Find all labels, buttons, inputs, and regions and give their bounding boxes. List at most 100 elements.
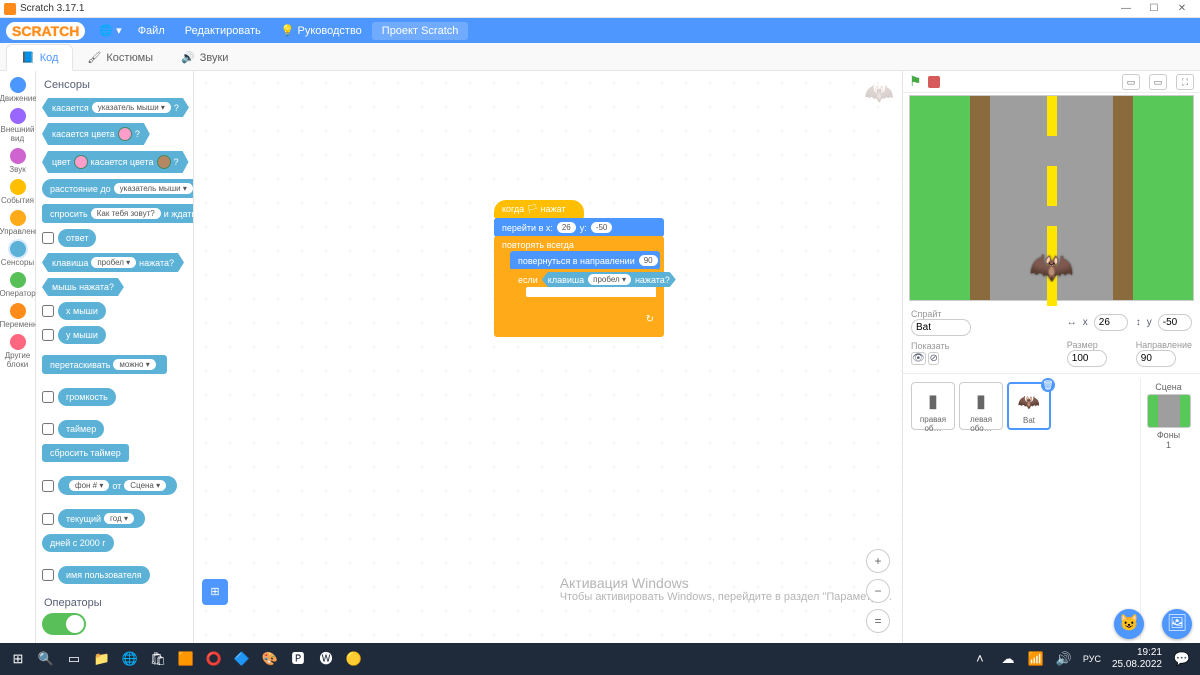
stage-small-button[interactable]: ▭	[1122, 74, 1140, 90]
cat-variables[interactable]: Переменные	[0, 301, 36, 331]
sprite-direction-input[interactable]	[1136, 350, 1176, 367]
minimize-button[interactable]: —	[1112, 3, 1140, 14]
hide-button[interactable]: ⊘	[928, 352, 938, 365]
task-store[interactable]: 🛍	[144, 647, 172, 671]
block-loudness[interactable]: громкость	[58, 388, 116, 406]
task-app2[interactable]: 🔷	[228, 647, 256, 671]
block-timer[interactable]: таймер	[58, 420, 104, 438]
cat-motion[interactable]: Движение	[0, 75, 36, 105]
current-checkbox[interactable]	[42, 513, 54, 525]
tab-costumes[interactable]: 🖌 Костюмы	[73, 45, 167, 70]
sprite-card-1[interactable]: ▮левая обо…	[959, 382, 1003, 430]
add-sprite-button[interactable]: 😺	[1114, 609, 1144, 639]
menu-file[interactable]: Файл	[128, 25, 175, 37]
block-color-touching-color[interactable]: цветкасается цвета?	[42, 151, 189, 173]
extensions-button[interactable]: ⊞	[202, 579, 228, 605]
sprite-card-0[interactable]: ▮правая об…	[911, 382, 955, 430]
block-mouse-down[interactable]: мышь нажата?	[42, 278, 124, 296]
mousex-checkbox[interactable]	[42, 305, 54, 317]
scratch-logo[interactable]: SCRATCH	[6, 22, 85, 40]
block-mouse-x[interactable]: x мыши	[58, 302, 106, 320]
stage-thumbnail[interactable]	[1147, 394, 1191, 428]
block-point-direction[interactable]: повернуться в направлении90	[510, 251, 660, 270]
task-explorer[interactable]: 📁	[88, 647, 116, 671]
menu-edit[interactable]: Редактировать	[175, 25, 271, 37]
timer-checkbox[interactable]	[42, 423, 54, 435]
stop-button[interactable]	[928, 76, 940, 88]
add-backdrop-button[interactable]: 🖼	[1162, 609, 1192, 639]
task-chrome[interactable]: ⭕	[200, 647, 228, 671]
username-checkbox[interactable]	[42, 569, 54, 581]
zoom-reset-button[interactable]: =	[866, 609, 890, 633]
cat-sensing[interactable]: Сенсоры	[0, 239, 36, 269]
block-answer[interactable]: ответ	[58, 229, 96, 247]
block-touching-color[interactable]: касается цвета?	[42, 123, 150, 145]
maximize-button[interactable]: ☐	[1140, 3, 1168, 14]
project-title[interactable]: Проект Scratch	[372, 22, 469, 40]
task-search[interactable]: 🔍	[32, 647, 60, 671]
block-ask[interactable]: спроситьКак тебя зовут?и ждать	[42, 204, 194, 223]
block-of-stage[interactable]: фон # ▾отСцена ▾	[58, 476, 177, 495]
tray-sound-icon[interactable]: 🔊	[1050, 647, 1078, 671]
delete-sprite-icon[interactable]: 🗑	[1041, 378, 1055, 392]
block-current[interactable]: текущийгод ▾	[58, 509, 145, 528]
block-touching[interactable]: касаетсяуказатель мыши ▾?	[42, 98, 189, 117]
show-button[interactable]: 👁	[911, 352, 926, 365]
block-goto-xy[interactable]: перейти в x:26y:-50	[494, 218, 664, 237]
sprite-name-input[interactable]	[911, 319, 971, 336]
sprite-size-input[interactable]	[1067, 350, 1107, 367]
cat-myblocks[interactable]: Другие блоки	[0, 332, 36, 371]
block-mouse-y[interactable]: y мыши	[58, 326, 106, 344]
sprite-card-2[interactable]: 🗑🦇Bat	[1007, 382, 1051, 430]
block-username[interactable]: имя пользователя	[58, 566, 150, 584]
block-key-pressed-embedded[interactable]: клавишапробел ▾нажата?	[542, 272, 676, 287]
task-yandex[interactable]: 🟡	[340, 647, 368, 671]
cat-control[interactable]: Управление	[0, 208, 36, 238]
cat-looks[interactable]: Внешний вид	[0, 106, 36, 145]
stage-selector[interactable]: Сцена Фоны 1	[1140, 378, 1196, 639]
tray-lang[interactable]: РУС	[1078, 647, 1106, 671]
block-forever[interactable]: повторять всегда повернуться в направлен…	[494, 236, 664, 337]
task-powerpoint[interactable]: 🅿	[284, 647, 312, 671]
block-reset-timer[interactable]: сбросить таймер	[42, 444, 129, 462]
block-when-flag-clicked[interactable]: когда 🏳 нажат	[494, 200, 584, 219]
menu-tutorials[interactable]: 💡 Руководство	[271, 24, 372, 37]
tray-notifications-icon[interactable]: 💬	[1168, 647, 1196, 671]
zoom-in-button[interactable]: +	[866, 549, 890, 573]
tab-code[interactable]: 📘 Код	[6, 44, 73, 71]
language-icon[interactable]: 🌐 ▾	[99, 24, 121, 37]
script-stack[interactable]: когда 🏳 нажат перейти в x:26y:-50 повтор…	[494, 201, 664, 337]
block-distance-to[interactable]: расстояние доуказатель мыши ▾	[42, 179, 194, 198]
tray-clock[interactable]: 19:21 25.08.2022	[1106, 647, 1168, 671]
task-app1[interactable]: 🟧	[172, 647, 200, 671]
stage[interactable]: 🦇	[909, 95, 1194, 301]
task-word[interactable]: 🅦	[312, 647, 340, 671]
tray-wifi-icon[interactable]: 📶	[1022, 647, 1050, 671]
tray-up-icon[interactable]: ˄	[966, 647, 994, 671]
mousey-checkbox[interactable]	[42, 329, 54, 341]
of-checkbox[interactable]	[42, 480, 54, 492]
zoom-out-button[interactable]: −	[866, 579, 890, 603]
green-flag-button[interactable]: ⚑	[909, 73, 922, 90]
stage-fullscreen-button[interactable]: ⛶	[1176, 74, 1194, 90]
tab-sounds[interactable]: 🔊 Звуки	[167, 45, 242, 70]
task-view[interactable]: ▭	[60, 647, 88, 671]
block-operator-add[interactable]	[42, 613, 86, 635]
close-button[interactable]: ✕	[1168, 3, 1196, 14]
cat-operators[interactable]: Операторы	[0, 270, 36, 300]
task-edge[interactable]: 🌐	[116, 647, 144, 671]
tray-cloud-icon[interactable]: ☁	[994, 647, 1022, 671]
stage-bat-sprite[interactable]: 🦇	[1029, 246, 1074, 288]
sprite-x-input[interactable]	[1094, 314, 1128, 331]
stage-large-button[interactable]: ▭	[1149, 74, 1167, 90]
loudness-checkbox[interactable]	[42, 391, 54, 403]
answer-checkbox[interactable]	[42, 232, 54, 244]
script-canvas[interactable]: 🦇 когда 🏳 нажат перейти в x:26y:-50 повт…	[194, 71, 902, 643]
cat-events[interactable]: События	[0, 177, 36, 207]
block-palette[interactable]: Сенсоры касаетсяуказатель мыши ▾? касает…	[36, 71, 194, 643]
block-days-since-2000[interactable]: дней с 2000 г	[42, 534, 114, 552]
block-set-drag[interactable]: перетаскиватьможно ▾	[42, 355, 167, 374]
block-key-pressed[interactable]: клавишапробел ▾нажата?	[42, 253, 184, 272]
cat-sound[interactable]: Звук	[0, 146, 36, 176]
block-if[interactable]: если клавишапробел ▾нажата? то	[510, 269, 660, 311]
